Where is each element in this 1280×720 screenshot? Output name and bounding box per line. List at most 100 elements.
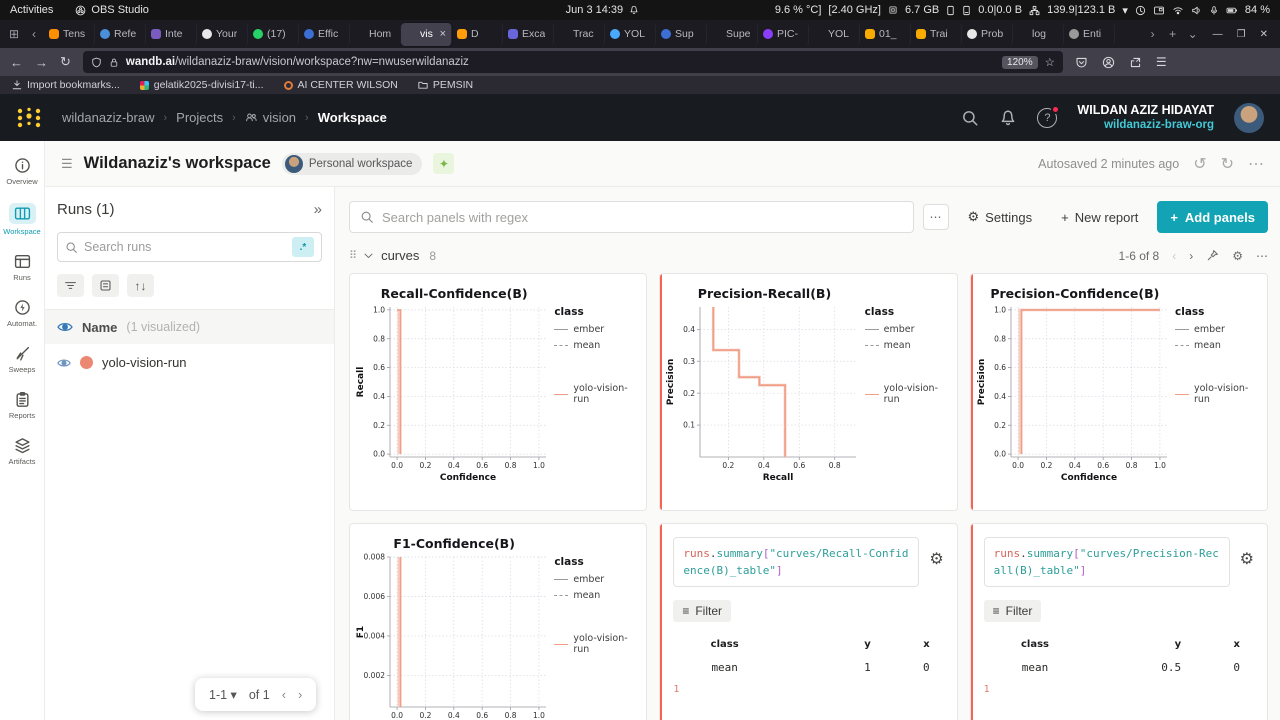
wandb-logo[interactable] [16, 106, 42, 130]
back-button[interactable]: ← [10, 55, 23, 70]
shield-icon[interactable] [91, 57, 102, 68]
workspace-more-button[interactable]: ⋯ [1248, 154, 1264, 174]
extensions-icon[interactable] [1129, 56, 1142, 69]
legend-entry[interactable]: mean [1175, 340, 1263, 351]
table-row[interactable]: mean0.50 [984, 654, 1254, 681]
activities-button[interactable]: Activities [10, 4, 53, 16]
undo-button[interactable]: ↺ [1193, 154, 1206, 174]
legend-run-entry[interactable]: yolo-vision-run [554, 383, 642, 405]
clock[interactable]: Jun 3 14:39 [430, 4, 775, 16]
system-tray[interactable]: 9.6 % °C][2.40 GHz] 6.7 GB 0.0|0.0 B 139… [775, 4, 1270, 17]
breadcrumb-item-wildanaziz-braw[interactable]: wildanaziz-braw [62, 110, 154, 125]
prev-page-button[interactable]: ‹ [1172, 249, 1176, 263]
close-window-button[interactable]: ✕ [1260, 29, 1268, 40]
panel-table-precision-recall-b-table[interactable]: runs.summary["curves/Precision-Recall(B)… [970, 523, 1268, 720]
legend-entry[interactable]: ember [865, 324, 953, 335]
visibility-eye-icon[interactable] [57, 356, 71, 370]
chart-plot[interactable]: 0.20.40.60.80.10.20.30.4RecallPrecision [664, 301, 862, 483]
browser-tab[interactable]: Prob [962, 23, 1013, 46]
run-row[interactable]: yolo-vision-run [45, 344, 334, 381]
column-header[interactable]: y [776, 635, 879, 654]
workspace-menu-icon[interactable]: ☰ [61, 156, 73, 172]
browser-tab[interactable]: Sup [656, 23, 707, 46]
runs-table-header[interactable]: Name (1 visualized) [45, 309, 334, 344]
browser-tab[interactable]: Your [197, 23, 248, 46]
chart-plot[interactable]: 0.00.20.40.60.81.00.0020.0040.0060.008Co… [354, 551, 552, 720]
tab-overview-button[interactable]: ⊞ [4, 27, 24, 41]
user-avatar[interactable] [1234, 103, 1264, 133]
browser-tab[interactable]: Exca [503, 23, 554, 46]
add-panels-button[interactable]: +Add panels [1157, 201, 1268, 233]
breadcrumb-item-projects[interactable]: Projects [176, 110, 223, 125]
browser-tab[interactable]: Supe [707, 23, 758, 46]
scroll-tabs-right-button[interactable]: › [1143, 27, 1163, 41]
bookmark-star-icon[interactable]: ☆ [1045, 55, 1055, 69]
browser-tab[interactable]: Effic [299, 23, 350, 46]
panel-settings-gear-icon[interactable]: ⚙ [1240, 549, 1254, 569]
browser-tab[interactable]: D [452, 23, 503, 46]
browser-tab[interactable]: Tens [44, 23, 95, 46]
collapse-runs-panel-button[interactable]: » [314, 201, 322, 218]
column-header[interactable]: x [879, 635, 944, 654]
column-header[interactable]: y [1086, 635, 1189, 654]
group-runs-button[interactable] [92, 274, 119, 297]
bookmark-item[interactable]: gelatik2025-divisi17-ti... [140, 79, 264, 91]
bell-icon[interactable] [999, 109, 1017, 127]
url-bar[interactable]: wandb.ai/wildanaziz-braw/vision/workspac… [83, 51, 1063, 73]
browser-tab[interactable]: 01_ [860, 23, 911, 46]
redo-button[interactable]: ↻ [1221, 154, 1234, 174]
tab-close-icon[interactable]: × [440, 28, 446, 40]
legend-entry[interactable]: ember [1175, 324, 1263, 335]
scroll-tabs-left-button[interactable]: ‹ [24, 27, 44, 41]
bookmark-item[interactable]: AI CENTER WILSON [284, 79, 398, 91]
chart-plot[interactable]: 0.00.20.40.60.81.00.00.20.40.60.81.0Conf… [975, 301, 1173, 483]
visibility-eye-icon[interactable] [57, 319, 73, 335]
table-row[interactable]: mean10 [673, 654, 943, 681]
settings-button[interactable]: ⚙Settings [958, 201, 1043, 233]
browser-tab[interactable]: Hom [350, 23, 401, 46]
breadcrumb-item-vision[interactable]: vision [245, 110, 296, 125]
panel-expression[interactable]: runs.summary["curves/Recall-Confidence(B… [673, 537, 919, 587]
browser-tab[interactable]: log [1013, 23, 1064, 46]
drag-handle-icon[interactable]: ⠿ [349, 249, 356, 262]
sidebar-item-reports[interactable]: Reports [0, 383, 44, 429]
sort-runs-button[interactable]: ↑↓ [127, 274, 154, 297]
panel-search-input[interactable] [382, 210, 903, 225]
search-icon[interactable] [961, 109, 979, 127]
new-report-button[interactable]: +New report [1051, 201, 1148, 233]
chart-plot[interactable]: 0.00.20.40.60.81.00.00.20.40.60.81.0Conf… [354, 301, 552, 483]
sidebar-item-runs[interactable]: Runs [0, 245, 44, 291]
legend-entry[interactable]: mean [554, 340, 642, 351]
pocket-icon[interactable] [1075, 56, 1088, 69]
prev-runs-page-button[interactable]: ‹ [282, 687, 286, 702]
legend-run-entry[interactable]: yolo-vision-run [554, 633, 642, 655]
panel-search-options-button[interactable]: ⋯ [923, 204, 949, 230]
panel-settings-gear-icon[interactable]: ⚙ [929, 549, 943, 569]
sidebar-item-sweeps[interactable]: Sweeps [0, 337, 44, 383]
user-block[interactable]: WILDAN AZIZ HIDAYAT wildanaziz-braw-org [1077, 103, 1214, 133]
regex-toggle-button[interactable]: .* [292, 237, 314, 257]
panel-search[interactable] [349, 201, 914, 233]
legend-entry[interactable]: mean [865, 340, 953, 351]
browser-tab[interactable]: Inte [146, 23, 197, 46]
column-header[interactable]: class [673, 635, 776, 654]
panel-chart-recall-confidence-b-[interactable]: Recall-Confidence(B)0.00.20.40.60.81.00.… [349, 273, 647, 511]
runs-search-input[interactable] [84, 240, 286, 254]
browser-tab[interactable]: Trai [911, 23, 962, 46]
browser-tab[interactable]: YOL [809, 23, 860, 46]
account-icon[interactable] [1102, 56, 1115, 69]
panel-table-recall-confidence-b-table[interactable]: runs.summary["curves/Recall-Confidence(B… [659, 523, 957, 720]
legend-entry[interactable]: mean [554, 590, 642, 601]
sidebar-item-artifacts[interactable]: Artifacts [0, 429, 44, 475]
column-header[interactable]: x [1189, 635, 1254, 654]
section-name[interactable]: curves [381, 248, 419, 263]
panel-chart-f1-confidence-b-[interactable]: F1-Confidence(B)0.00.20.40.60.81.00.0020… [349, 523, 647, 720]
browser-tab[interactable]: PIC- [758, 23, 809, 46]
reload-button[interactable]: ↻ [60, 54, 71, 70]
menu-icon[interactable]: ☰ [1156, 55, 1167, 69]
panel-chart-precision-recall-b-[interactable]: Precision-Recall(B)0.20.40.60.80.10.20.3… [659, 273, 957, 511]
filter-button[interactable]: ≡Filter [984, 600, 1042, 622]
legend-entry[interactable]: ember [554, 324, 642, 335]
breadcrumb-item-workspace[interactable]: Workspace [318, 110, 387, 125]
panel-expression[interactable]: runs.summary["curves/Precision-Recall(B)… [984, 537, 1230, 587]
